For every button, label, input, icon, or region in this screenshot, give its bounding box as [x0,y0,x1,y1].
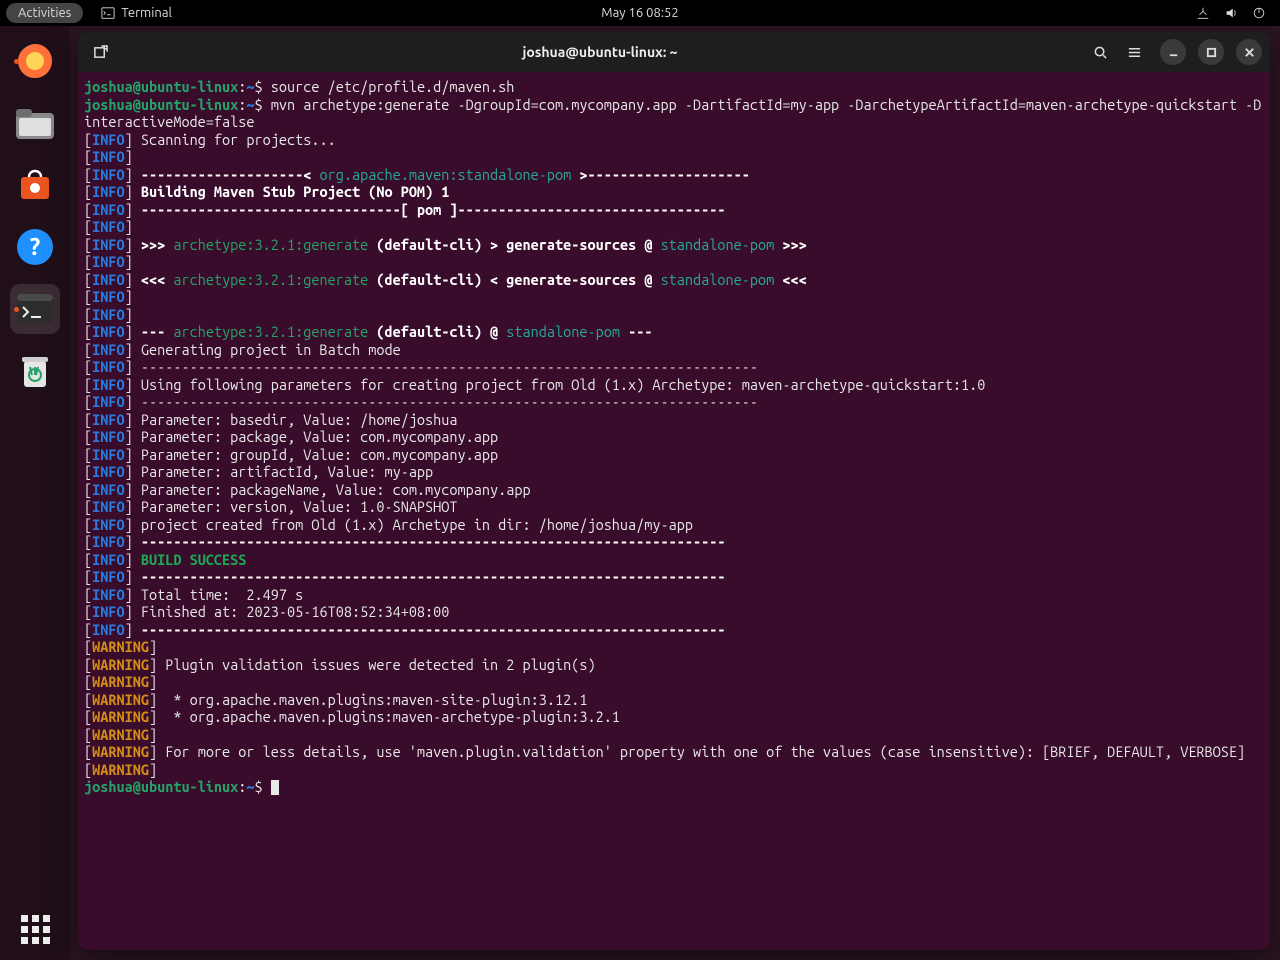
search-button[interactable] [1086,38,1114,66]
software-icon [15,165,55,205]
apps-grid-icon [21,915,50,944]
search-icon [1093,45,1108,60]
terminal-dock-icon [15,292,55,326]
activities-button[interactable]: Activities [6,3,83,23]
gnome-top-panel: Activities Terminal May 16 08:52 [0,0,1280,26]
svg-text:?: ? [30,233,41,260]
close-button[interactable] [1236,39,1262,65]
help-icon: ? [15,227,55,267]
close-icon [1244,47,1255,58]
firefox-icon [15,41,55,81]
dock-files[interactable] [10,98,60,148]
new-tab-button[interactable] [86,38,114,66]
dock-trash[interactable] [10,346,60,396]
show-applications-button[interactable] [0,915,70,944]
active-app-label: Terminal [121,6,172,20]
terminal-window: joshua@ubuntu-linux: ~ joshua@ubuntu-lin… [78,32,1270,950]
clock[interactable]: May 16 08:52 [601,6,678,20]
new-tab-icon [93,45,108,60]
terminal-output[interactable]: joshua@ubuntu-linux:~$ source /etc/profi… [78,72,1270,950]
dock-help[interactable]: ? [10,222,60,272]
dock: ? [0,26,70,960]
dock-firefox[interactable] [10,36,60,86]
hamburger-icon [1127,45,1142,60]
files-icon [14,105,56,141]
minimize-icon [1168,47,1179,58]
hamburger-menu-button[interactable] [1120,38,1148,66]
cursor [271,780,279,795]
minimize-button[interactable] [1160,39,1186,65]
volume-icon[interactable] [1224,6,1238,20]
network-icon[interactable] [1196,6,1210,20]
trash-icon [17,351,53,391]
dock-software[interactable] [10,160,60,210]
dock-terminal[interactable] [10,284,60,334]
command-1: source /etc/profile.d/maven.sh [271,78,515,95]
terminal-icon [101,6,115,20]
power-icon[interactable] [1252,6,1266,20]
titlebar: joshua@ubuntu-linux: ~ [78,32,1270,72]
maximize-icon [1206,47,1217,58]
active-app-indicator[interactable]: Terminal [101,6,172,20]
window-title: joshua@ubuntu-linux: ~ [120,44,1080,60]
maximize-button[interactable] [1198,39,1224,65]
